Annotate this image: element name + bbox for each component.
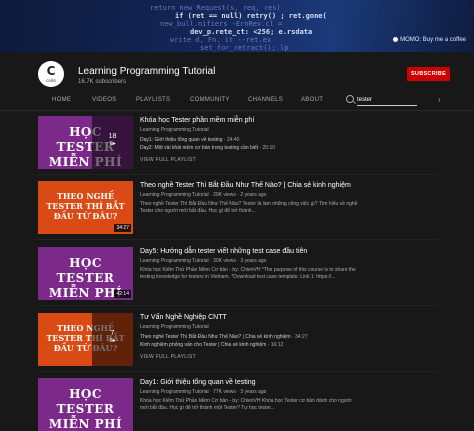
- playlist-video-duration: 34:27: [295, 334, 308, 340]
- playlist-video-duration: 20:10: [262, 145, 276, 151]
- search-icon[interactable]: [346, 95, 354, 103]
- video-description: Theo nghề Tester Thì Bắt Đầu Như Thế Nào…: [140, 201, 358, 214]
- tab-channels[interactable]: CHANNELS: [248, 97, 283, 103]
- chevron-right-icon[interactable]: ›: [438, 95, 441, 104]
- subscriber-count: 16.7K subscribers: [78, 79, 127, 85]
- banner-link-momo[interactable]: MOMO: Buy me a coffee: [393, 37, 466, 43]
- thumbnail-text: THEO NGHỀ TESTER THÌ BẮT ĐẦU TỪ ĐÂU?: [46, 191, 125, 221]
- playlist-channel[interactable]: Learning Programming Tutorial: [140, 324, 209, 330]
- playlist-video-duration: 16:12: [270, 342, 284, 348]
- banner-code-line: write d, Fn. it --ret.ex: [170, 36, 272, 44]
- video-meta[interactable]: Learning Programming Tutorial · 29K view…: [140, 192, 266, 198]
- video-duration: 34:27: [114, 224, 131, 232]
- item-divider: [38, 371, 438, 372]
- playlist-count: 18: [108, 133, 117, 140]
- search-input[interactable]: [357, 95, 417, 106]
- video-meta[interactable]: Learning Programming Tutorial · 77K view…: [140, 389, 266, 395]
- playlist-count-overlay: 7 ≡▸: [92, 313, 133, 366]
- banner-code-line: dev_p.rete_ct: <256; e.rsdata: [190, 28, 313, 36]
- banner-code-line: return new Request(s, req, res): [150, 4, 281, 12]
- playlist-icon: ≡▸: [109, 141, 116, 147]
- playlist-video-duration: 24:40: [226, 137, 240, 143]
- avatar[interactable]: C code: [38, 61, 64, 87]
- tab-about[interactable]: ABOUT: [301, 97, 323, 103]
- video-duration: 42:14: [114, 290, 131, 298]
- playlist-title[interactable]: Tư Vấn Nghề Nghiệp CNTT: [140, 314, 227, 321]
- playlist-channel[interactable]: Learning Programming Tutorial: [140, 127, 209, 133]
- playlist-video-title: Theo nghề Tester Thì Bắt Đầu Như Thế Nào…: [140, 334, 291, 340]
- tab-home[interactable]: HOME: [52, 97, 71, 103]
- tabs-divider: [0, 110, 474, 111]
- video-thumbnail[interactable]: HỌC TESTER MIỄN PHÍ 42:14: [38, 247, 133, 300]
- playlist-count-overlay: 18 ≡▸: [92, 116, 133, 169]
- video-description: Khóa học Kiểm Thử Phần Mềm Cơ bản - by: …: [140, 398, 352, 411]
- playlist-video-line[interactable]: Kinh nghiệm phỏng vấn cho Tester | Chia …: [140, 342, 283, 348]
- subscribe-button[interactable]: SUBSCRIBE: [407, 67, 450, 81]
- view-full-playlist-link[interactable]: VIEW FULL PLAYLIST: [140, 157, 196, 163]
- playlist-video-line[interactable]: Day1: Giới thiệu tổng quan về testing · …: [140, 137, 239, 143]
- tab-videos[interactable]: VIDEOS: [92, 97, 116, 103]
- playlist-video-title: Day2: Một vài khái niệm cơ bản trong tes…: [140, 145, 259, 151]
- momo-label: MOMO: Buy me a coffee: [400, 37, 466, 44]
- channel-banner: return new Request(s, req, res) if (ret …: [0, 0, 474, 52]
- item-divider: [38, 239, 438, 240]
- momo-icon: [393, 37, 399, 42]
- item-divider: [38, 305, 438, 306]
- playlist-thumbnail[interactable]: HỌC TESTER MIỄN PHÍ 18 ≡▸: [38, 116, 133, 169]
- video-description: Khóa học Kiểm Thử Phần Mềm Cơ bản - by: …: [140, 267, 356, 280]
- avatar-sub: code: [46, 78, 56, 83]
- playlist-video-title: Kinh nghiệm phỏng vấn cho Tester | Chia …: [140, 342, 267, 348]
- video-thumbnail[interactable]: THEO NGHỀ TESTER THÌ BẮT ĐẦU TỪ ĐÂU? 34:…: [38, 181, 133, 234]
- video-title[interactable]: Day1: Giới thiệu tổng quan về testing: [140, 379, 256, 386]
- item-divider: [38, 174, 438, 175]
- banner-code-line: if (ret == null) retry() ; ret.gone(: [175, 12, 327, 20]
- video-title[interactable]: Day5: Hướng dẫn tester viết những test c…: [140, 248, 307, 255]
- banner-code-line: new_bull.nifiers -ErnRev.cl =: [160, 20, 283, 28]
- video-title[interactable]: Theo nghề Tester Thì Bắt Đầu Như Thế Nào…: [140, 182, 351, 189]
- tab-playlists[interactable]: PLAYLISTS: [136, 97, 170, 103]
- view-full-playlist-link[interactable]: VIEW FULL PLAYLIST: [140, 354, 196, 360]
- banner-code-line: set_for_retract(); lp: [200, 44, 289, 52]
- playlist-count: 7: [110, 330, 115, 337]
- video-thumbnail[interactable]: HỌC TESTER MIỄN PHÍ: [38, 378, 133, 431]
- tab-community[interactable]: COMMUNITY: [190, 97, 230, 103]
- avatar-letter: C: [46, 64, 56, 78]
- thumbnail-text: HỌC TESTER MIỄN PHÍ: [48, 387, 123, 431]
- playlist-video-title: Day1: Giới thiệu tổng quan về testing: [140, 137, 223, 143]
- video-meta[interactable]: Learning Programming Tutorial · 30K view…: [140, 258, 266, 264]
- playlist-video-line[interactable]: Day2: Một vài khái niệm cơ bản trong tes…: [140, 145, 275, 151]
- playlist-icon: ≡▸: [109, 338, 116, 344]
- playlist-title[interactable]: Khóa học Tester phần mềm miễn phí: [140, 117, 254, 124]
- channel-name: Learning Programming Tutorial: [78, 66, 216, 77]
- playlist-thumbnail[interactable]: THEO NGHỀ TESTER THÌ BẮT ĐẦU TỪ ĐÂU? 7 ≡…: [38, 313, 133, 366]
- playlist-video-line[interactable]: Theo nghề Tester Thì Bắt Đầu Như Thế Nào…: [140, 334, 308, 340]
